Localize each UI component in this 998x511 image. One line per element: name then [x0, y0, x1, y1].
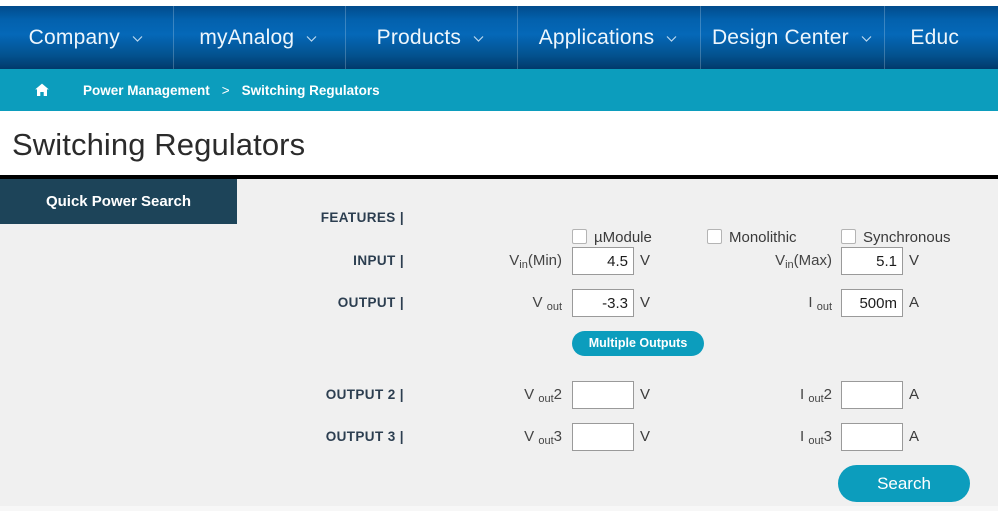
row-label-input: INPUT | — [353, 253, 404, 268]
multiple-outputs-button[interactable]: Multiple Outputs — [572, 331, 704, 356]
breadcrumb: Power Management > Switching Regulators — [0, 69, 998, 111]
page-title: Switching Regulators — [12, 127, 306, 162]
unit-iout: A — [909, 294, 920, 311]
page-title-region: Switching Regulators — [0, 111, 998, 175]
field-label-vout-sub: out — [546, 301, 562, 313]
field-label-vout3-tail: 3 — [553, 428, 562, 445]
form-row-output: OUTPUT | V out V I out A — [0, 286, 998, 320]
input-iout[interactable] — [841, 289, 903, 317]
field-label-vout-main: V — [532, 294, 543, 311]
field-label-iout2: I out2 — [680, 378, 832, 413]
field-label-vin-max-sub: in — [785, 259, 794, 271]
row-label-output: OUTPUT | — [337, 295, 404, 310]
field-label-vout2-tail: 2 — [553, 386, 562, 403]
input-vout3[interactable] — [572, 423, 634, 451]
field-label-vout2-sub: out — [538, 393, 554, 405]
field-label-vout2: V out2 — [440, 378, 562, 413]
nav-item-education[interactable]: Educ — [884, 6, 998, 69]
unit-vout3: V — [640, 428, 651, 445]
home-icon[interactable] — [34, 82, 50, 98]
nav-item-products[interactable]: Products — [345, 6, 517, 69]
chevron-down-icon — [860, 32, 873, 45]
nav-item-label: myAnalog — [199, 25, 295, 49]
page-bottom-strip — [0, 506, 998, 511]
form-row-features: FEATURES | µModule Monolithic Synchronou… — [0, 201, 998, 246]
checkbox-synchronous[interactable] — [841, 229, 856, 244]
chevron-down-icon — [131, 32, 144, 45]
input-vin-min[interactable] — [572, 247, 634, 275]
field-label-iout2-sub: out — [808, 393, 824, 405]
field-label-vin-min-main: V — [509, 252, 520, 269]
field-label-vout3-main: V — [524, 428, 535, 445]
main-navigation-bar: Company myAnalog Products Applications D… — [0, 6, 998, 69]
breadcrumb-item-switching-regulators[interactable]: Switching Regulators — [242, 83, 380, 98]
input-vout2[interactable] — [572, 381, 634, 409]
field-label-iout: I out — [680, 286, 832, 321]
breadcrumb-item-power-management[interactable]: Power Management — [83, 83, 210, 98]
field-label-iout2-tail: 2 — [823, 386, 832, 403]
field-label-vout3-sub: out — [538, 435, 554, 447]
field-label-vin-max-tail: (Max) — [793, 252, 832, 269]
field-label-iout3: I out3 — [680, 420, 832, 455]
checkbox-umodule[interactable] — [572, 229, 587, 244]
form-row-input: INPUT | Vin(Min) V Vin(Max) V — [0, 244, 998, 278]
field-label-iout-sub: out — [816, 301, 832, 313]
field-label-vin-min-sub: in — [519, 259, 528, 271]
unit-vout2: V — [640, 386, 651, 403]
unit-vout: V — [640, 294, 651, 311]
chevron-down-icon — [472, 32, 485, 45]
row-label-output2: OUTPUT 2 | — [325, 387, 404, 402]
unit-iout2: A — [909, 386, 920, 403]
nav-item-label: Design Center — [711, 25, 849, 49]
form-row-output3: OUTPUT 3 | V out3 V I out3 A — [0, 420, 998, 454]
row-label-features: FEATURES | — [320, 210, 404, 225]
unit-vin-min: V — [640, 252, 651, 269]
nav-item-design-center[interactable]: Design Center — [700, 6, 884, 69]
nav-item-label: Applications — [538, 25, 655, 49]
input-iout2[interactable] — [841, 381, 903, 409]
field-label-vout3: V out3 — [440, 420, 562, 455]
unit-vin-max: V — [909, 252, 920, 269]
form-row-output2: OUTPUT 2 | V out2 V I out2 A — [0, 378, 998, 412]
chevron-down-icon — [305, 32, 318, 45]
search-button[interactable]: Search — [838, 465, 970, 502]
quick-power-search-panel: Quick Power Search FEATURES | µModule Mo… — [0, 179, 998, 506]
field-label-iout2-main: I — [800, 386, 805, 403]
input-vout[interactable] — [572, 289, 634, 317]
input-vin-max[interactable] — [841, 247, 903, 275]
row-label-output3: OUTPUT 3 | — [325, 429, 404, 444]
checkbox-monolithic[interactable] — [707, 229, 722, 244]
nav-item-label: Educ — [910, 25, 960, 49]
nav-item-label: Company — [28, 25, 120, 49]
field-label-vin-max-main: V — [775, 252, 786, 269]
chevron-down-icon — [665, 32, 678, 45]
field-label-vout2-main: V — [524, 386, 535, 403]
field-label-vin-min: Vin(Min) — [440, 244, 562, 279]
field-label-vin-max: Vin(Max) — [680, 244, 832, 279]
field-label-iout3-sub: out — [808, 435, 824, 447]
nav-item-myanalog[interactable]: myAnalog — [172, 6, 346, 69]
field-label-iout-main: I — [808, 294, 813, 311]
field-label-vout: V out — [440, 286, 562, 321]
nav-item-label: Products — [376, 25, 462, 49]
input-iout3[interactable] — [841, 423, 903, 451]
field-label-iout3-tail: 3 — [823, 428, 832, 445]
field-label-vin-min-tail: (Min) — [527, 252, 562, 269]
unit-iout3: A — [909, 428, 920, 445]
field-label-iout3-main: I — [800, 428, 805, 445]
nav-item-company[interactable]: Company — [0, 6, 173, 69]
page-root: Company myAnalog Products Applications D… — [0, 0, 998, 511]
nav-item-applications[interactable]: Applications — [516, 6, 701, 69]
breadcrumb-separator: > — [221, 82, 230, 98]
